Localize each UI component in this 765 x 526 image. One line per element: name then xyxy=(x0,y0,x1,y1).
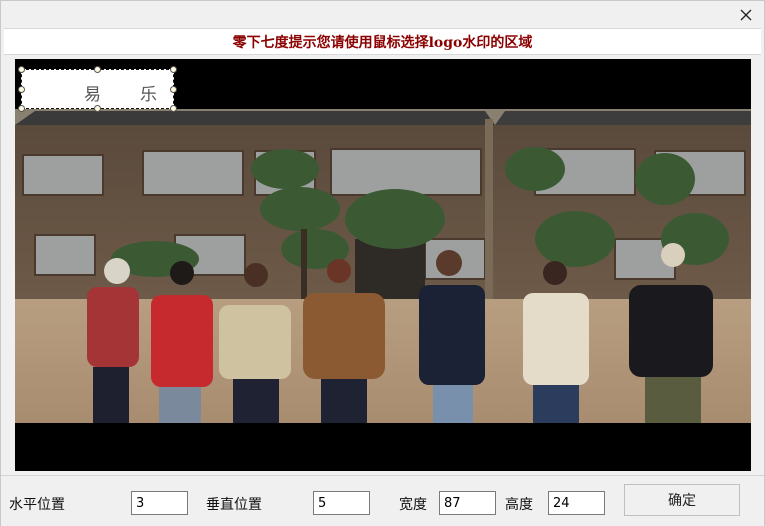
resize-handle-right[interactable] xyxy=(170,86,177,93)
instruction-banner: 零下七度提示您请使用鼠标选择logo水印的区域 xyxy=(4,28,761,55)
video-preview[interactable]: 易 乐 xyxy=(15,59,751,471)
horizontal-position-label: 水平位置 xyxy=(9,497,65,513)
width-input[interactable] xyxy=(439,491,496,515)
height-input[interactable] xyxy=(548,491,605,515)
resize-handle-top-right[interactable] xyxy=(170,66,177,73)
close-icon xyxy=(740,9,752,21)
resize-handle-bottom[interactable] xyxy=(94,105,101,112)
resize-handle-left[interactable] xyxy=(18,86,25,93)
logo-text-right: 乐 xyxy=(140,85,159,105)
vertical-position-input[interactable] xyxy=(313,491,370,515)
vertical-position-label: 垂直位置 xyxy=(206,497,262,513)
watermark-dialog: 零下七度提示您请使用鼠标选择logo水印的区域 易 乐 水平位置 3 垂直位置 … xyxy=(0,0,765,526)
position-controls: 水平位置 垂直位置 宽度 高度 确定 xyxy=(1,475,764,526)
resize-handle-top[interactable] xyxy=(94,66,101,73)
resize-handle-top-left[interactable] xyxy=(18,66,25,73)
width-label: 宽度 xyxy=(399,497,427,513)
height-label: 高度 xyxy=(505,497,533,513)
close-button[interactable] xyxy=(732,4,760,26)
logo-text-left: 易 xyxy=(84,85,103,105)
resize-handle-bottom-right[interactable] xyxy=(170,105,177,112)
resize-handle-bottom-left[interactable] xyxy=(18,105,25,112)
video-frame-image xyxy=(15,59,751,471)
logo-selection-box[interactable]: 易 乐 xyxy=(21,69,174,109)
ok-button[interactable]: 确定 xyxy=(624,484,740,516)
instruction-text: 零下七度提示您请使用鼠标选择logo水印的区域 xyxy=(232,34,533,51)
horizontal-position-input[interactable] xyxy=(131,491,188,515)
